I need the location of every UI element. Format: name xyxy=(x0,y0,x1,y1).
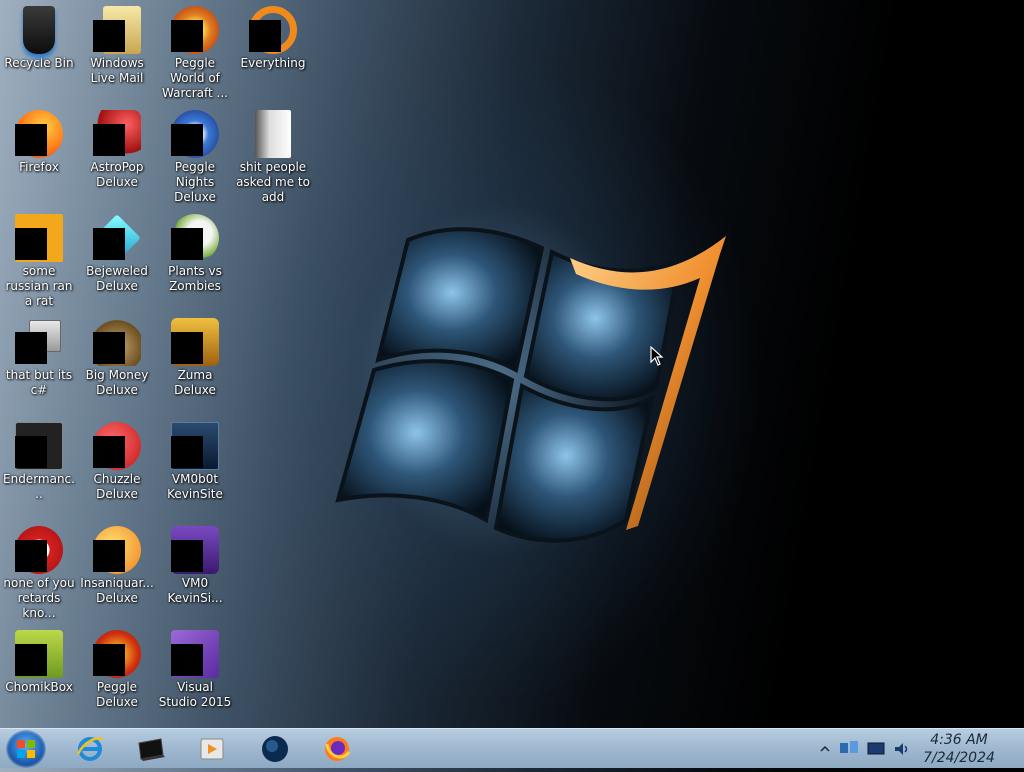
desktop-icon-label: Recycle Bin xyxy=(4,56,74,70)
taskbar-terminal-button[interactable] xyxy=(129,732,173,766)
desktop-icon[interactable]: Chuzzle Deluxe xyxy=(78,416,156,502)
desktop-icon[interactable]: Recycle Bin xyxy=(0,0,78,71)
desktop-icon[interactable]: Endermanc... xyxy=(0,416,78,502)
astropop-icon xyxy=(93,110,141,158)
desktop-icon[interactable]: Windows Live Mail xyxy=(78,0,156,86)
desktop-icon[interactable]: shit people asked me to add xyxy=(234,104,312,205)
desktop-icon[interactable]: VM0 KevinSi... xyxy=(156,520,234,606)
windows-stack-icon xyxy=(15,318,63,366)
desktop-icon-label: Endermanc... xyxy=(3,472,75,501)
zuma-icon xyxy=(171,318,219,366)
windows-logo-wallpaper xyxy=(335,227,726,543)
desktop-icon-label: Peggle World of Warcraft ... xyxy=(162,56,228,100)
display-icon[interactable] xyxy=(866,740,886,758)
chomikbox-icon xyxy=(15,630,63,678)
windows-flag-icon xyxy=(17,740,35,758)
desktop-icon-label: Zuma Deluxe xyxy=(174,368,216,397)
taskbar-clock[interactable]: 4:36 AM 7/24/2024 xyxy=(914,731,1004,767)
show-hidden-icons-chevron[interactable] xyxy=(818,742,832,756)
clock-date: 7/24/2024 xyxy=(923,750,995,766)
media-player-icon xyxy=(200,738,224,760)
taskbar-firefox-button[interactable] xyxy=(315,732,359,766)
clock-time: 4:36 AM xyxy=(930,732,988,748)
desktop-icon-label: Bejeweled Deluxe xyxy=(86,264,148,293)
desktop[interactable]: Recycle Bin Firefox some russian ran a r… xyxy=(0,0,1024,728)
peggle-wow-icon xyxy=(171,6,219,54)
money-bag-icon xyxy=(93,318,141,366)
desktop-icon[interactable]: Insaniquar... Deluxe xyxy=(78,520,156,606)
visual-studio-icon xyxy=(171,630,219,678)
peggle-nights-icon xyxy=(171,110,219,158)
system-tray xyxy=(818,729,912,769)
folder-icon xyxy=(249,110,297,158)
desktop-icon-label: that but its c# xyxy=(5,368,73,397)
desktop-icon[interactable]: Plants vs Zombies xyxy=(156,208,234,294)
network-icon[interactable] xyxy=(838,739,860,759)
vm-monitor-icon xyxy=(171,422,219,470)
desktop-icon[interactable]: VM0b0t KevinSite xyxy=(156,416,234,502)
desktop-icon[interactable]: that but its c# xyxy=(0,312,78,398)
desktop-icon[interactable]: Peggle Nights Deluxe xyxy=(156,104,234,205)
desktop-icon[interactable]: Bejeweled Deluxe xyxy=(78,208,156,294)
desktop-icon-label: Chuzzle Deluxe xyxy=(93,472,141,501)
mouse-cursor-icon xyxy=(650,346,664,366)
desktop-icon[interactable]: Peggle World of Warcraft ... xyxy=(156,0,234,101)
red-app-icon xyxy=(15,526,63,574)
desktop-icon-label: Plants vs Zombies xyxy=(168,264,222,293)
chuzzle-icon xyxy=(93,422,141,470)
desktop-icon[interactable]: Big Money Deluxe xyxy=(78,312,156,398)
desktop-icon-label: some russian ran a rat xyxy=(5,264,73,308)
globe-icon xyxy=(262,736,288,762)
mail-icon xyxy=(93,6,141,54)
desktop-icon-label: AstroPop Deluxe xyxy=(90,160,144,189)
desktop-icon[interactable]: ChomikBox xyxy=(0,624,78,695)
desktop-icon-label: Everything xyxy=(240,56,306,70)
bejeweled-icon xyxy=(93,214,141,262)
vm-purple-icon xyxy=(171,526,219,574)
desktop-icon-label: Firefox xyxy=(19,160,59,174)
volume-icon[interactable] xyxy=(892,740,912,758)
terminal-icon xyxy=(15,422,63,470)
desktop-icon-label: Insaniquar... Deluxe xyxy=(80,576,154,605)
desktop-icon-label: VM0 KevinSi... xyxy=(167,576,223,605)
everything-icon xyxy=(249,6,297,54)
desktop-icon[interactable]: Firefox xyxy=(0,104,78,175)
desktop-icon[interactable]: Visual Studio 2015 xyxy=(156,624,234,710)
taskbar-ie-button[interactable] xyxy=(68,732,112,766)
taskbar-globe-button[interactable] xyxy=(253,732,297,766)
desktop-icon[interactable]: AstroPop Deluxe xyxy=(78,104,156,190)
insaniquarium-icon xyxy=(93,526,141,574)
desktop-icon-label: Peggle Nights Deluxe xyxy=(174,160,216,204)
desktop-icon-label: Peggle Deluxe xyxy=(96,680,138,709)
recycle-bin-icon xyxy=(15,6,63,54)
peggle-icon xyxy=(93,630,141,678)
taskbar: 4:36 AM 7/24/2024 xyxy=(0,728,1024,768)
desktop-icon-label: ChomikBox xyxy=(5,680,73,694)
terminal-box-icon xyxy=(138,738,165,761)
desktop-icon-label: none of you retards kno... xyxy=(3,576,75,620)
desktop-icon-label: Big Money Deluxe xyxy=(85,368,149,397)
desktop-icon[interactable]: Zuma Deluxe xyxy=(156,312,234,398)
pvz-icon xyxy=(171,214,219,262)
desktop-icon-label: Visual Studio 2015 xyxy=(158,680,232,709)
firefox-icon xyxy=(325,737,351,761)
desktop-icon-label: VM0b0t KevinSite xyxy=(167,472,223,501)
firefox-icon xyxy=(15,110,63,158)
taskbar-media-button[interactable] xyxy=(190,732,234,766)
internet-explorer-icon xyxy=(76,737,103,761)
desktop-icon[interactable]: Everything xyxy=(234,0,312,71)
desktop-icon[interactable]: Peggle Deluxe xyxy=(78,624,156,710)
desktop-icon[interactable]: none of you retards kno... xyxy=(0,520,78,621)
desktop-icon-label: shit people asked me to add xyxy=(236,160,310,204)
desktop-icon-label: Windows Live Mail xyxy=(90,56,144,85)
desktop-icon[interactable]: some russian ran a rat xyxy=(0,208,78,309)
ae-icon xyxy=(15,214,63,262)
start-button[interactable] xyxy=(6,730,46,768)
